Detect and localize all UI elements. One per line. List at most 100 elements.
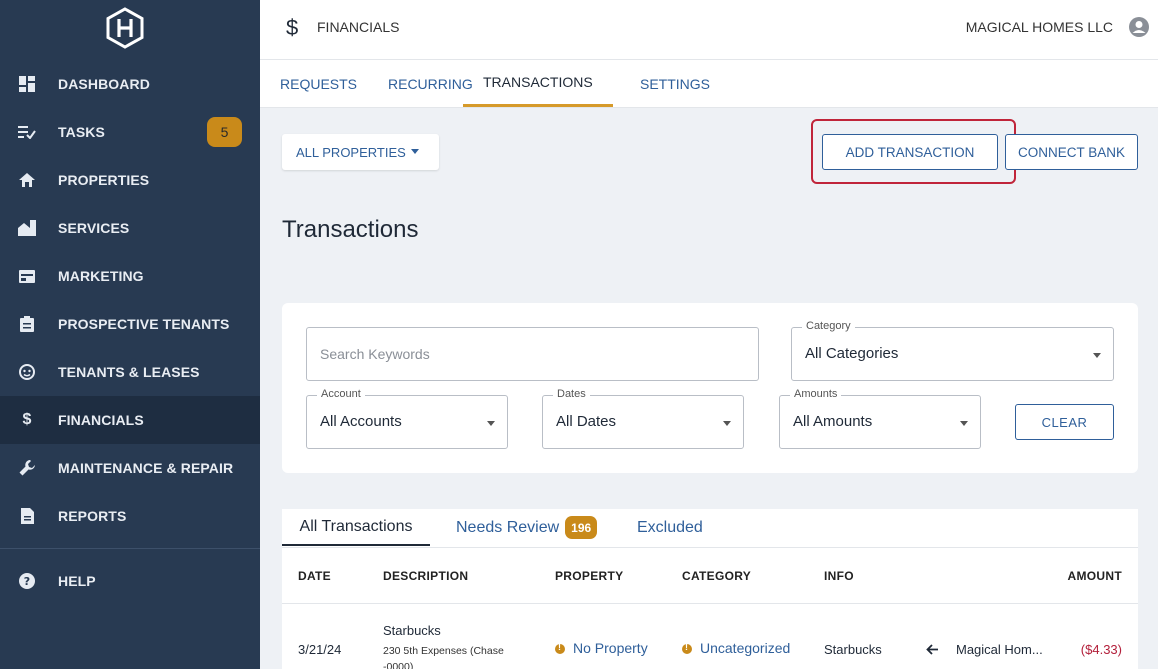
- clear-filters-button[interactable]: CLEAR: [1015, 404, 1114, 440]
- tenant-icon: [18, 363, 36, 381]
- home-icon: [18, 171, 36, 189]
- clipboard-icon: [18, 315, 36, 333]
- tab-recurring[interactable]: RECURRING: [388, 60, 473, 107]
- account-value: All Accounts: [320, 413, 402, 430]
- sidebar-item-services[interactable]: SERVICES: [0, 204, 260, 252]
- filter-card: Search Keywords Category All Categories …: [282, 303, 1138, 473]
- row-category: Uncategorized: [700, 640, 791, 656]
- arrow-left-icon: [926, 644, 938, 655]
- sidebar-item-prospective-tenants[interactable]: PROSPECTIVE TENANTS: [0, 300, 260, 348]
- sidebar-item-label: PROSPECTIVE TENANTS: [58, 316, 230, 332]
- dates-select[interactable]: Dates All Dates: [542, 388, 744, 449]
- row-info: Starbucks: [824, 642, 882, 657]
- marketing-icon: [18, 267, 36, 285]
- chevron-down-icon: [723, 421, 731, 426]
- subtab-needs-review[interactable]: Needs Review 196: [456, 509, 598, 546]
- user-avatar-icon[interactable]: [1128, 16, 1150, 38]
- search-placeholder: Search Keywords: [320, 346, 430, 362]
- sidebar-item-label: TASKS: [58, 124, 105, 140]
- app-logo-icon[interactable]: [104, 7, 146, 49]
- tasks-count-badge: 5: [207, 117, 242, 147]
- sidebar-item-label: HELP: [58, 573, 96, 589]
- warning-icon: [682, 642, 692, 654]
- financials-tabs: REQUESTS RECURRING TRANSACTIONS SETTINGS: [260, 60, 1158, 108]
- chevron-down-icon: [411, 149, 419, 154]
- chevron-down-icon: [487, 421, 495, 426]
- transactions-table-card: All Transactions Needs Review 196 Exclud…: [282, 509, 1138, 669]
- tab-requests[interactable]: REQUESTS: [280, 60, 357, 107]
- help-icon: ?: [18, 572, 36, 590]
- top-header: $ FINANCIALS MAGICAL HOMES LLC: [260, 0, 1158, 60]
- row-property: No Property: [573, 640, 648, 656]
- sidebar-item-label: TENANTS & LEASES: [58, 364, 200, 380]
- sidebar-item-label: REPORTS: [58, 508, 127, 524]
- sidebar-item-label: FINANCIALS: [58, 412, 144, 428]
- sidebar-item-tenants-leases[interactable]: TENANTS & LEASES: [0, 348, 260, 396]
- add-transaction-button[interactable]: ADD TRANSACTION: [822, 134, 998, 170]
- sidebar-item-tasks[interactable]: TASKS 5: [0, 108, 260, 156]
- all-properties-label: ALL PROPERTIES: [296, 144, 406, 160]
- tab-transactions[interactable]: TRANSACTIONS: [463, 60, 613, 107]
- dashboard-icon: [18, 75, 36, 93]
- table-header: DATE DESCRIPTION PROPERTY CATEGORY INFO …: [282, 547, 1138, 604]
- account-label: Account: [317, 388, 365, 400]
- sidebar-item-maintenance[interactable]: MAINTENANCE & REPAIR: [0, 444, 260, 492]
- sidebar-item-dashboard[interactable]: DASHBOARD: [0, 60, 260, 108]
- tab-settings[interactable]: SETTINGS: [640, 60, 710, 107]
- row-date: 3/21/24: [298, 642, 342, 657]
- row-description: Starbucks: [383, 623, 441, 638]
- account-select[interactable]: Account All Accounts: [306, 388, 508, 449]
- dates-label: Dates: [553, 388, 590, 400]
- category-select[interactable]: Category All Categories: [791, 320, 1114, 381]
- subtab-all-transactions[interactable]: All Transactions: [282, 509, 430, 546]
- search-input[interactable]: Search Keywords: [306, 327, 759, 381]
- dates-value: All Dates: [556, 413, 617, 430]
- amounts-label: Amounts: [790, 388, 842, 400]
- category-value: All Categories: [805, 345, 899, 362]
- report-icon: [18, 507, 36, 525]
- services-icon: [18, 219, 36, 237]
- column-header-amount[interactable]: AMOUNT: [1068, 569, 1122, 583]
- chevron-down-icon: [960, 421, 968, 426]
- connect-bank-button[interactable]: CONNECT BANK: [1005, 134, 1138, 170]
- column-header-description[interactable]: DESCRIPTION: [383, 569, 468, 583]
- sidebar-divider: [0, 548, 260, 549]
- row-amount: ($4.33): [1080, 642, 1122, 657]
- sidebar-item-marketing[interactable]: MARKETING: [0, 252, 260, 300]
- sidebar-item-label: MAINTENANCE & REPAIR: [58, 460, 234, 476]
- column-header-date[interactable]: DATE: [298, 569, 331, 583]
- table-row[interactable]: 3/21/24 Starbucks 230 5th Expenses (Chas…: [282, 604, 1138, 669]
- warning-icon: [555, 642, 565, 654]
- wrench-icon: [18, 459, 36, 477]
- row-property-link[interactable]: No Property: [555, 640, 648, 656]
- dollar-icon: $: [22, 411, 32, 428]
- amounts-select[interactable]: Amounts All Amounts: [779, 388, 981, 449]
- row-category-link[interactable]: Uncategorized: [682, 640, 790, 656]
- financials-dollar-icon: $: [286, 15, 299, 40]
- column-header-property[interactable]: PROPERTY: [555, 569, 623, 583]
- page-section-title: FINANCIALS: [317, 19, 400, 35]
- sidebar-item-reports[interactable]: REPORTS: [0, 492, 260, 540]
- needs-review-count-badge: 196: [565, 516, 598, 539]
- sidebar-item-label: PROPERTIES: [58, 172, 150, 188]
- sidebar-item-label: SERVICES: [58, 220, 130, 236]
- needs-review-label: Needs Review: [456, 518, 560, 536]
- column-header-category[interactable]: CATEGORY: [682, 569, 751, 583]
- page-title: Transactions: [282, 216, 419, 243]
- row-payee: Magical Hom...: [956, 642, 1043, 657]
- sidebar-item-label: MARKETING: [58, 268, 144, 284]
- sidebar-item-help[interactable]: ? HELP: [0, 557, 260, 605]
- company-name[interactable]: MAGICAL HOMES LLC: [966, 19, 1113, 35]
- column-header-info: INFO: [824, 569, 854, 583]
- chevron-down-icon: [1093, 353, 1101, 358]
- sidebar-item-label: DASHBOARD: [58, 76, 150, 92]
- row-subdescription: 230 5th Expenses (Chase -0000): [383, 645, 504, 669]
- subtab-excluded[interactable]: Excluded: [637, 509, 703, 546]
- svg-text:?: ?: [24, 575, 30, 588]
- sidebar-item-financials[interactable]: $ FINANCIALS: [0, 396, 260, 444]
- tasks-icon: [18, 123, 36, 141]
- sidebar-item-properties[interactable]: PROPERTIES: [0, 156, 260, 204]
- all-properties-dropdown[interactable]: ALL PROPERTIES: [282, 134, 439, 170]
- sidebar: DASHBOARD TASKS 5 PROPERTIES SERVICES MA…: [0, 0, 260, 669]
- category-label: Category: [802, 320, 855, 332]
